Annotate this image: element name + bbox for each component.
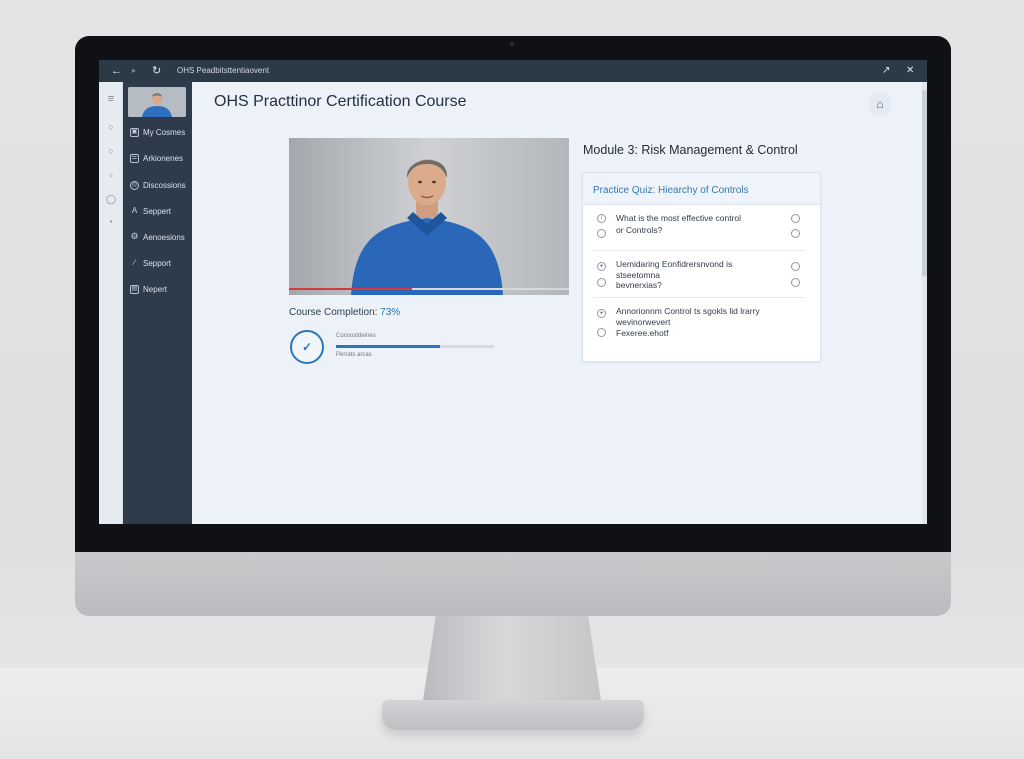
sidebar-item-label: Sepport	[143, 258, 172, 268]
answer-radio[interactable]	[597, 328, 606, 337]
selected-radio[interactable]: ●	[597, 262, 606, 271]
sidebar-item-label: Aenoesions	[143, 232, 185, 242]
monitor-chin	[75, 548, 951, 616]
video-player[interactable]	[289, 138, 569, 295]
sidebar-item-aenoesions[interactable]: ⚙ Aenoesions	[130, 230, 185, 244]
forward-arrow-icon[interactable]: ▸	[132, 64, 136, 78]
option-radio[interactable]	[791, 262, 800, 271]
sidebar: ▣ My Cosmes ☰ Arkionenes ◎ Discossions A…	[123, 82, 192, 524]
question-line: What is the most effective control	[616, 213, 742, 223]
progress-caption: Consostdeines	[336, 333, 376, 339]
module-progress-fill	[336, 345, 441, 348]
sidebar-item-label: My Cosmes	[143, 127, 186, 137]
screen: ← ▸ ↻ OHS Peadbitsttentiaovent ↗ ✕ ≡ ○ ○…	[99, 60, 927, 524]
person-icon: A	[131, 205, 138, 215]
sidebar-item-seppert[interactable]: A Seppert	[130, 204, 171, 218]
option-radio[interactable]	[791, 214, 800, 223]
question-line: bevnerxias?	[616, 280, 662, 290]
course-completion: Course Completion: 73%	[289, 307, 400, 318]
webcam	[510, 42, 514, 46]
sidebar-item-label: Discossions	[143, 180, 186, 190]
monitor-base	[382, 700, 644, 730]
sidebar-item-sepport[interactable]: ∕ Sepport	[130, 256, 171, 270]
help-button[interactable]: ⌂	[868, 92, 892, 116]
dot-icon[interactable]: •	[106, 218, 116, 228]
scrollbar-thumb[interactable]	[922, 90, 927, 276]
icon-rail: ≡ ○ ○ ▫ ◯ •	[99, 82, 123, 524]
monitor-stand	[422, 612, 602, 707]
title-bar: ← ▸ ↻ OHS Peadbitsttentiaovent ↗ ✕	[99, 60, 927, 82]
close-icon[interactable]: ✕	[906, 64, 914, 78]
list-icon: ☰	[130, 153, 139, 163]
sidebar-item-label: Nepert	[143, 284, 168, 294]
main-content: OHS Practtinor Certification Course ⌂ Co…	[192, 82, 927, 524]
avatar[interactable]	[128, 87, 186, 117]
completion-label: Course Completion:	[289, 307, 378, 318]
sidebar-item-discussions[interactable]: ◎ Discossions	[130, 178, 186, 192]
answer-radio[interactable]	[597, 278, 606, 287]
answer-radio[interactable]	[597, 229, 606, 238]
document-icon[interactable]: ○	[106, 122, 116, 132]
video-progress-bar[interactable]	[289, 288, 569, 290]
progress-subcaption: Perrats arcas	[336, 352, 372, 358]
sidebar-item-nepert[interactable]: ▤ Nepert	[130, 282, 167, 296]
gear-icon: ⚙	[130, 230, 139, 241]
practice-quiz-card: Practice Quiz: Hiearchy of Controls i Wh…	[582, 172, 821, 362]
file-icon[interactable]: ▫	[106, 170, 116, 180]
module-progress-bar	[336, 345, 494, 348]
clipboard-icon[interactable]: ○	[106, 146, 116, 156]
discussion-icon: ◎	[130, 180, 139, 190]
menu-icon[interactable]: ≡	[106, 94, 116, 105]
sidebar-item-label: Arkionenes	[143, 153, 184, 163]
quiz-heading: Practice Quiz: Hiearchy of Controls	[583, 173, 820, 205]
link-icon: ∕	[133, 257, 136, 267]
shield-badge-icon: ✓	[290, 330, 324, 364]
question-line: Fexeree.ehotf	[616, 328, 669, 338]
courses-icon: ▣	[130, 127, 139, 137]
divider	[593, 250, 805, 251]
info-icon[interactable]: ◯	[106, 194, 116, 204]
report-icon: ▤	[130, 284, 139, 294]
instructor-video-frame	[289, 138, 569, 295]
option-radio[interactable]	[791, 278, 800, 287]
sidebar-item-label: Seppert	[143, 206, 172, 216]
video-progress-fill	[289, 288, 413, 290]
module-title: Module 3: Risk Management & Control	[583, 143, 798, 157]
completion-value: 73%	[380, 307, 401, 318]
selected-radio[interactable]: ●	[597, 309, 606, 318]
popout-icon[interactable]: ↗	[882, 64, 890, 78]
reload-icon[interactable]: ↻	[152, 64, 161, 78]
sidebar-item-arkionenes[interactable]: ☰ Arkionenes	[130, 151, 183, 165]
question-line: or Controls?	[616, 225, 663, 235]
page-title: OHS Practtinor Certification Course	[214, 93, 467, 110]
sidebar-item-my-courses[interactable]: ▣ My Cosmes	[130, 125, 185, 139]
option-radio[interactable]	[791, 229, 800, 238]
window-title: OHS Peadbitsttentiaovent	[177, 66, 270, 75]
divider	[593, 297, 805, 298]
question-info-icon: i	[597, 214, 606, 223]
back-arrow-icon[interactable]: ←	[111, 64, 122, 78]
